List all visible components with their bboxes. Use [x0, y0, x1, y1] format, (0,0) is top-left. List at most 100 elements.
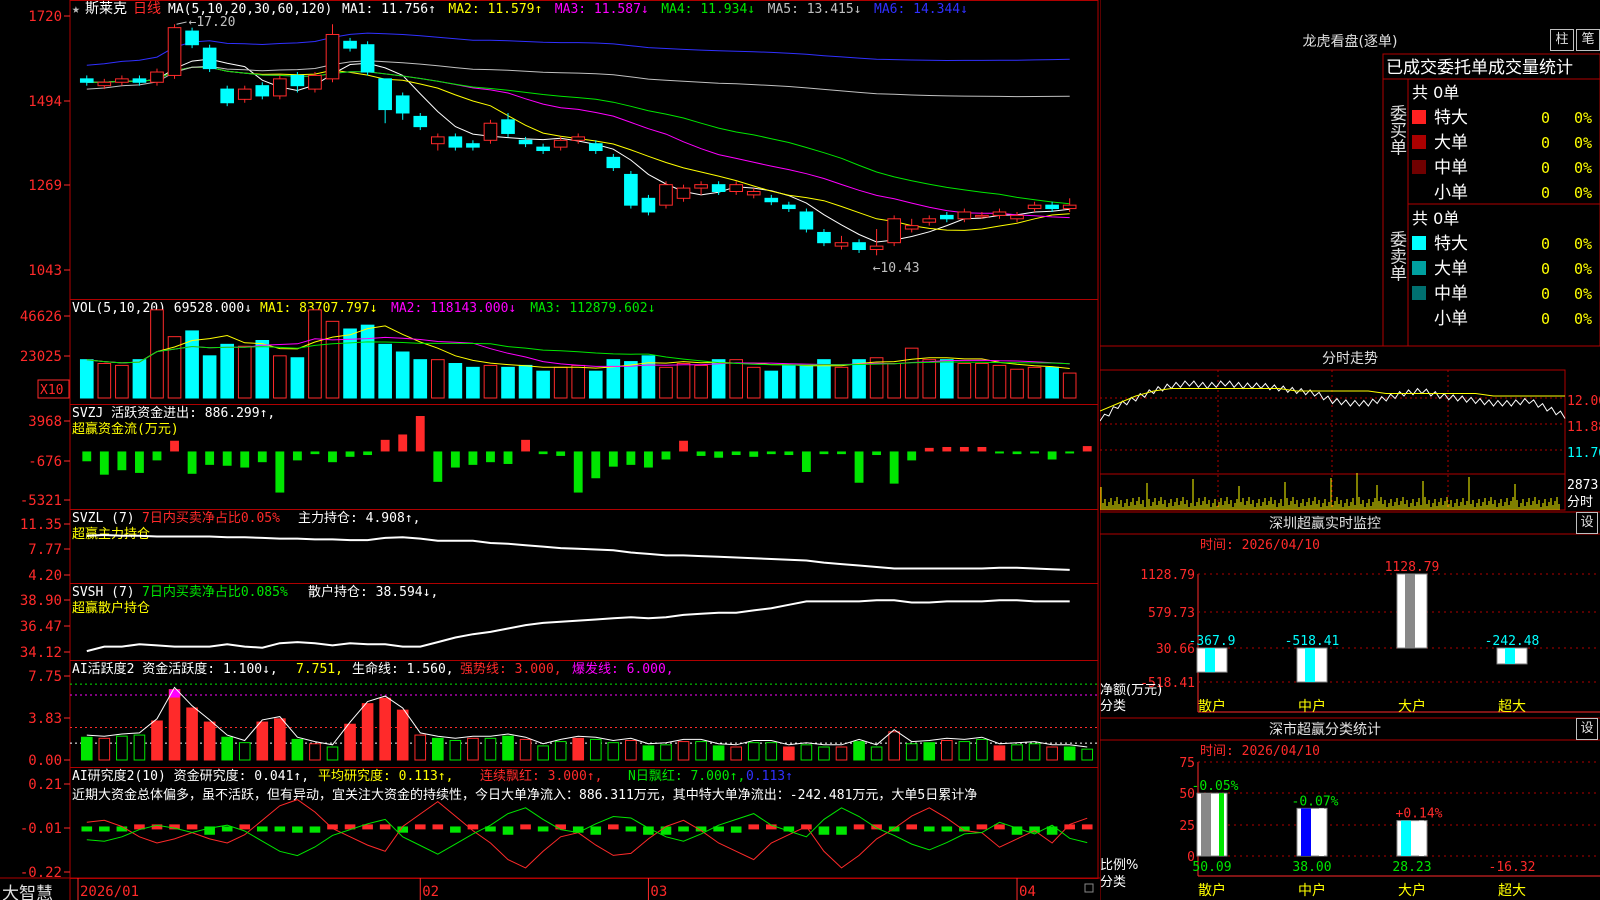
svsh-y-tick: 36.47	[20, 619, 62, 635]
sz-stats-settings-button[interactable]: 设	[1576, 718, 1598, 740]
volume-bar	[395, 351, 410, 399]
intraday-price-tick: 12.00	[1567, 394, 1600, 409]
candle-body	[975, 214, 989, 218]
svzj-bar	[854, 451, 864, 483]
svzj-bar	[99, 451, 109, 475]
ma-header-item: MA4: 11.934↓	[661, 2, 755, 17]
svzj-bar	[187, 451, 197, 474]
candle-body	[150, 71, 164, 83]
svzl-title: SVZL (7)	[72, 511, 135, 526]
svzj-title: SVZJ 活跃资金进出: 886.299↑,	[72, 405, 275, 421]
order-stats-header: 已成交委托单成交量统计	[1386, 58, 1573, 78]
sz-monitor-value-label: -242.48	[1485, 634, 1540, 649]
sz-monitor-bar-shade	[1505, 648, 1515, 664]
candle-body	[553, 139, 568, 148]
candle-body	[220, 88, 235, 104]
sell-row-name: 特大	[1434, 234, 1468, 254]
svzj-bar	[135, 451, 144, 473]
svzj-bar	[538, 451, 548, 455]
volume-bar	[1045, 366, 1059, 399]
panel-frame	[69, 767, 1099, 879]
buy-row-name: 大单	[1434, 133, 1468, 153]
price-y-tick: 1720	[28, 9, 62, 25]
sz-monitor-value-label: -367.9	[1189, 634, 1236, 649]
ai-active-bar	[941, 739, 953, 761]
ai-active-bar	[923, 742, 936, 761]
ai-active-y-tick: 7.75	[28, 669, 62, 685]
svzj-bar	[170, 440, 179, 452]
sz-stats-value-label: -16.32	[1489, 860, 1536, 875]
sz-stats-value-label: 28.23	[1392, 860, 1431, 875]
sz-stats-category: 大户	[1398, 882, 1426, 899]
sz-stats-top-label: -0.05%	[1192, 779, 1239, 794]
candle-body	[641, 197, 656, 213]
candle-body	[939, 214, 954, 220]
svzj-bar	[205, 451, 215, 465]
ma-60-line	[86, 60, 1070, 98]
ma-header-item: MA2: 11.579↑	[448, 2, 542, 17]
sell-row-pct: 0%	[1574, 310, 1592, 328]
price-y-tick: 1043	[28, 263, 62, 279]
ai-research-title: AI研究度2(10) 资金研究度: 0.041↑,	[72, 768, 309, 784]
buy-row-pct: 0%	[1574, 184, 1592, 202]
ai-research-line-red	[86, 799, 1088, 869]
ai-research-bar	[608, 824, 619, 830]
svzl-note: 7日内买卖净占比0.05%	[142, 510, 280, 526]
ai-active-bar	[835, 746, 848, 761]
candle-body	[606, 156, 621, 169]
sell-row-name: 大单	[1434, 259, 1468, 279]
svzj-bar	[679, 440, 688, 452]
sz-monitor-category: 中户	[1298, 698, 1326, 715]
sz-monitor-ylabel: 净额(万元)	[1100, 683, 1162, 698]
sz-monitor-value-label: -518.41	[1285, 634, 1340, 649]
panel-frame	[69, 0, 1099, 300]
column-view-button[interactable]: 柱	[1550, 29, 1574, 51]
candle-body	[413, 115, 428, 128]
volume-bar	[237, 345, 252, 399]
ai-active-bar	[625, 739, 637, 761]
tick-view-button[interactable]: 笔	[1576, 29, 1600, 51]
svzj-bar	[731, 451, 741, 456]
ai-research-bar	[994, 824, 1005, 830]
svzj-bar	[626, 451, 636, 465]
svzj-bar	[1065, 451, 1075, 454]
vol-y-tick: 46626	[20, 309, 62, 325]
ai-active-bar	[379, 697, 391, 761]
svzl-y-tick: 4.20	[28, 568, 62, 584]
buy-row-name: 特大	[1434, 108, 1468, 128]
sz-stats-category: 散户	[1198, 882, 1226, 899]
buy-row-pct: 0%	[1574, 109, 1592, 127]
ai-active-bar	[256, 721, 269, 761]
svzj-bar	[907, 451, 917, 461]
candle-body	[1045, 204, 1059, 210]
volume-bar	[483, 364, 498, 399]
volume-bar	[904, 347, 919, 399]
ai-research-bar	[520, 824, 531, 830]
svzj-y-tick: -676	[28, 454, 62, 470]
volume-bar	[79, 359, 94, 399]
volume-bar	[553, 366, 568, 399]
sz-stats-time: 时间: 2026/04/10	[1200, 744, 1320, 759]
svzj-bar	[556, 451, 566, 456]
candle-body	[290, 74, 305, 87]
sz-stats-value-label: 50.09	[1192, 860, 1231, 875]
sz-monitor-bar-shade	[1305, 648, 1315, 682]
svsh-title: SVSH (7)	[72, 585, 135, 600]
ai-active-bar	[291, 738, 304, 761]
sz-stats-top-label: +0.14%	[1396, 807, 1443, 822]
app-root: 1720 1494 1269 1043 ★ 斯莱克 日线 MA(5,10,20,30,60,1…	[0, 0, 1600, 900]
candle-body	[746, 190, 761, 196]
price-high-label: ←17.20	[189, 15, 236, 30]
candle-body	[1027, 204, 1042, 210]
svzj-bar	[644, 451, 653, 468]
svzj-y-tick: -5321	[20, 493, 62, 509]
ai-research-bar	[186, 824, 198, 830]
price-y-tick: 1494	[28, 94, 62, 110]
ai-research-bar	[941, 826, 953, 832]
ai-research-v5: 0.113↑	[746, 769, 793, 784]
period-label: 日线	[133, 1, 161, 17]
svzj-bar	[995, 451, 1004, 454]
ai-research-bar	[256, 826, 268, 832]
ai-active-bar	[484, 737, 497, 761]
sz-monitor-settings-button[interactable]: 设	[1576, 512, 1598, 534]
